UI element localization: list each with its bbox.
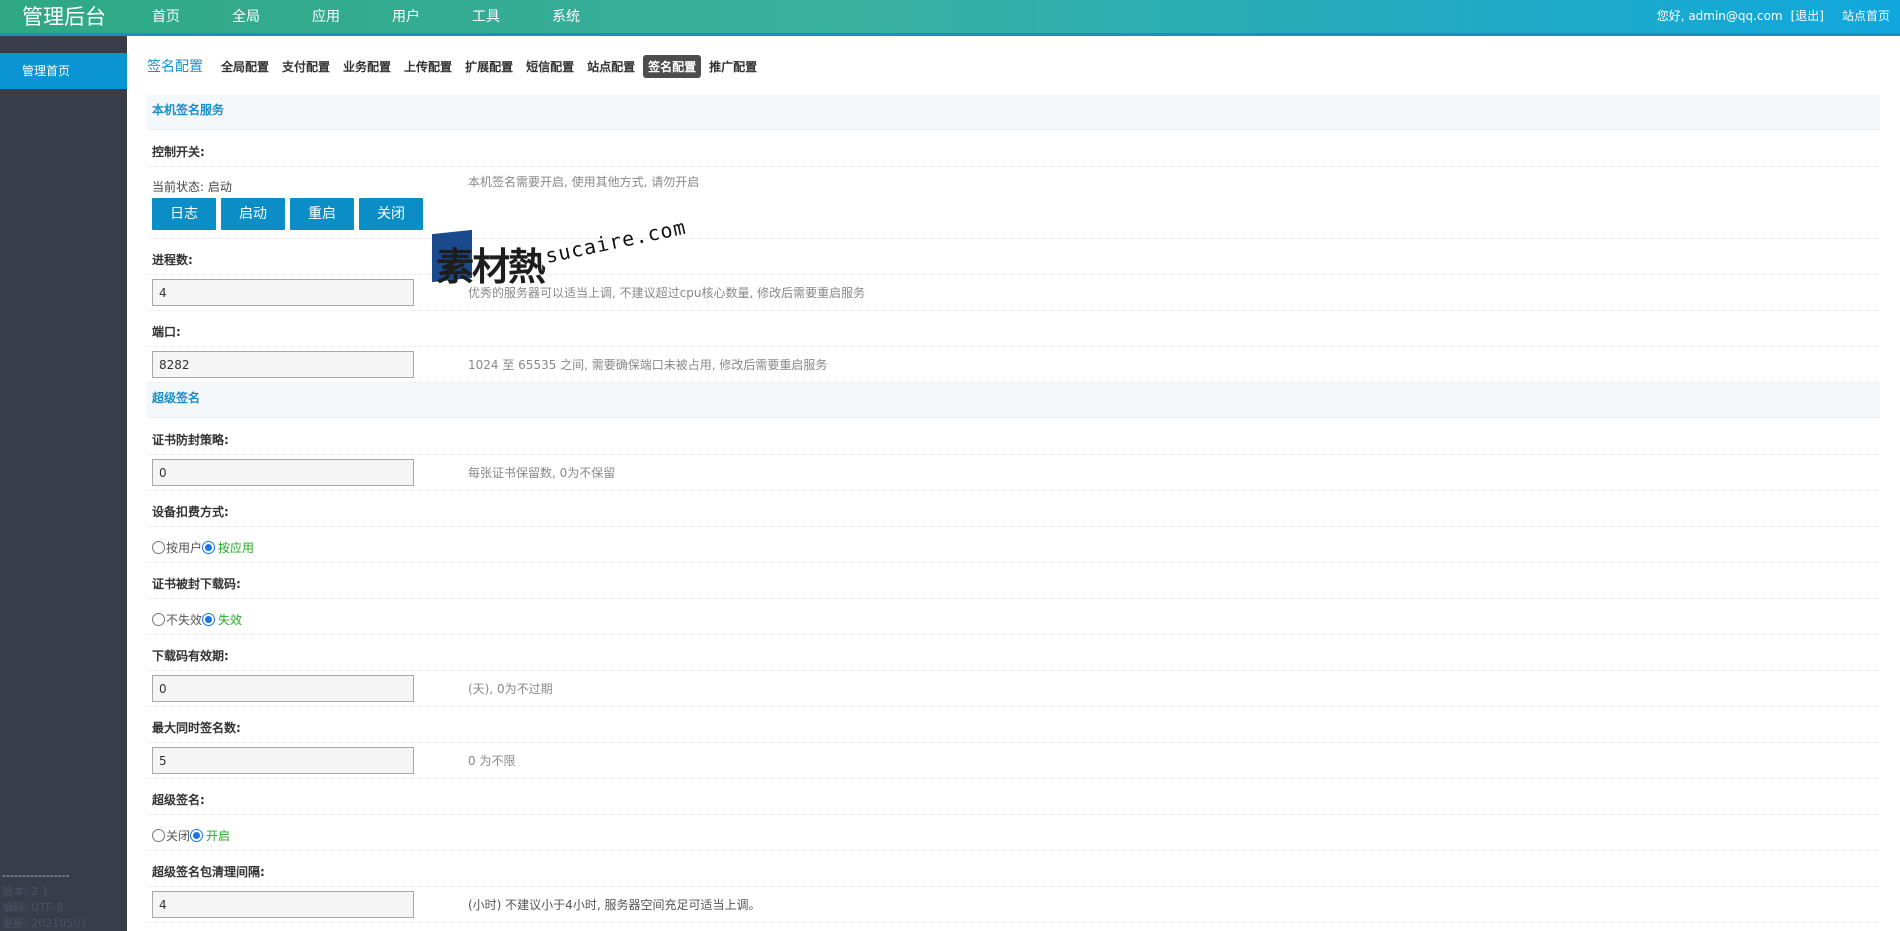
- site-home-link[interactable]: 站点首页: [1842, 0, 1890, 32]
- sidebar-footer: ----------------- 版本: 2.1 编码: UTF-8 更新: …: [2, 868, 87, 931]
- restart-button[interactable]: 重启: [290, 198, 354, 230]
- top-nav: 首页 全局 应用 用户 工具 系统: [152, 0, 632, 36]
- port-hint: 1024 至 65535 之间, 需要确保端口未被占用, 修改后需要重启服务: [468, 358, 828, 372]
- tab-promo-config[interactable]: 推广配置: [704, 55, 762, 78]
- row-port-input: 1024 至 65535 之间, 需要确保端口未被占用, 修改后需要重启服务: [147, 347, 1880, 383]
- row-super-sign-options: 关闭 开启: [147, 815, 1880, 851]
- row-max-concurrent-input: 0 为不限: [147, 743, 1880, 779]
- row-port-label: 端口:: [147, 311, 1880, 347]
- nav-global[interactable]: 全局: [232, 0, 312, 36]
- process-label: 进程数:: [152, 253, 193, 267]
- footer-updated: 更新: 20210501: [2, 917, 88, 930]
- cleanup-label: 超级签名包清理间隔:: [152, 865, 265, 879]
- max-concurrent-input[interactable]: [152, 747, 414, 774]
- row-process-input: 优秀的服务器可以适当上调, 不建议超过cpu核心数量, 修改后需要重启服务: [147, 275, 1880, 311]
- nav-system[interactable]: 系统: [552, 0, 632, 36]
- super-sign-label: 超级签名:: [152, 793, 205, 807]
- row-code-valid-input: (天), 0为不过期: [147, 671, 1880, 707]
- config-tabs: 签名配置 全局配置 支付配置 业务配置 上传配置 扩展配置 短信配置 站点配置 …: [147, 54, 765, 78]
- row-cert-banned-label: 证书被封下载码:: [147, 563, 1880, 599]
- tab-site-config[interactable]: 站点配置: [582, 55, 640, 78]
- row-cleanup-label: 超级签名包清理间隔:: [147, 851, 1880, 887]
- port-label: 端口:: [152, 325, 181, 339]
- super-sign-on-label[interactable]: 开启: [206, 827, 230, 844]
- row-switch-label: 控制开关:: [147, 131, 1880, 167]
- row-super-sign-label: 超级签名:: [147, 779, 1880, 815]
- section-local-service: 本机签名服务: [147, 95, 1880, 130]
- watermark-logo: 素材熱 sucaire.com: [432, 215, 692, 289]
- row-cert-policy-label: 证书防封策略:: [147, 419, 1880, 455]
- nav-home[interactable]: 首页: [152, 0, 232, 36]
- service-status-hint: 本机签名需要开启, 使用其他方式, 请勿开启: [468, 175, 700, 189]
- cert-policy-hint: 每张证书保留数, 0为不保留: [468, 466, 616, 480]
- topbar-divider: [0, 33, 1900, 36]
- top-bar: 管理后台 首页 全局 应用 用户 工具 系统 您好, admin@qq.com …: [0, 0, 1900, 36]
- tab-sign-config[interactable]: 签名配置: [643, 54, 702, 78]
- nav-users[interactable]: 用户: [392, 0, 472, 36]
- code-valid-hint: (天), 0为不过期: [468, 682, 553, 696]
- service-status: 当前状态: 启动: [152, 180, 232, 194]
- tab-global-config[interactable]: 全局配置: [216, 55, 274, 78]
- cert-banned-radio-group: 不失效 失效: [152, 611, 242, 628]
- billing-by-user-radio[interactable]: [152, 541, 165, 554]
- cert-banned-keep-label[interactable]: 不失效: [166, 611, 202, 628]
- max-concurrent-label: 最大同时签名数:: [152, 721, 241, 735]
- app-title: 管理后台: [22, 5, 106, 29]
- watermark-brand: 素材熱: [436, 244, 546, 289]
- user-greeting: 您好, admin@qq.com: [1656, 9, 1783, 23]
- tab-sms-config[interactable]: 短信配置: [521, 55, 579, 78]
- start-button[interactable]: 启动: [221, 198, 285, 230]
- row-cert-policy-input: 每张证书保留数, 0为不保留: [147, 455, 1880, 491]
- tab-upload-config[interactable]: 上传配置: [399, 55, 457, 78]
- process-input[interactable]: [152, 279, 414, 306]
- cert-policy-input[interactable]: [152, 459, 414, 486]
- cert-banned-invalid-label[interactable]: 失效: [218, 611, 242, 628]
- footer-version: 版本: 2.1: [2, 885, 49, 898]
- billing-by-app-radio[interactable]: [202, 541, 216, 554]
- cert-policy-label: 证书防封策略:: [152, 433, 229, 447]
- billing-label: 设备扣费方式:: [152, 505, 229, 519]
- max-concurrent-hint: 0 为不限: [468, 754, 516, 768]
- tab-payment-config[interactable]: 支付配置: [277, 55, 335, 78]
- code-valid-input[interactable]: [152, 675, 414, 702]
- row-cleanup-input: (小时) 不建议小于4小时, 服务器空间充足可适当上调。: [147, 887, 1880, 923]
- footer-encoding: 编码: UTF-8: [2, 901, 64, 914]
- user-area: 您好, admin@qq.com [退出] 站点首页: [1657, 0, 1890, 32]
- row-switch-controls: 当前状态: 启动 本机签名需要开启, 使用其他方式, 请勿开启 日志 启动 重启…: [147, 167, 1880, 239]
- row-process-label: 进程数:: [147, 239, 1880, 275]
- footer-divider: -----------------: [2, 869, 70, 882]
- nav-tools[interactable]: 工具: [472, 0, 552, 36]
- code-valid-label: 下载码有效期:: [152, 649, 229, 663]
- super-sign-off-label[interactable]: 关闭: [166, 827, 190, 844]
- stop-button[interactable]: 关闭: [359, 198, 423, 230]
- cleanup-hint: (小时) 不建议小于4小时, 服务器空间充足可适当上调。: [468, 898, 761, 912]
- port-input[interactable]: [152, 351, 414, 378]
- tab-extension-config[interactable]: 扩展配置: [460, 55, 518, 78]
- row-max-concurrent-label: 最大同时签名数:: [147, 707, 1880, 743]
- section-super-sign: 超级签名: [147, 383, 1880, 418]
- cert-banned-label: 证书被封下载码:: [152, 577, 241, 591]
- billing-by-user-label[interactable]: 按用户: [166, 539, 202, 556]
- row-billing-label: 设备扣费方式:: [147, 491, 1880, 527]
- switch-label: 控制开关:: [152, 145, 205, 159]
- cert-banned-keep-radio[interactable]: [152, 613, 165, 626]
- super-sign-radio-group: 关闭 开启: [152, 827, 230, 844]
- tab-business-config[interactable]: 业务配置: [338, 55, 396, 78]
- cert-banned-invalid-radio[interactable]: [202, 613, 216, 626]
- sidebar-item-admin-home[interactable]: 管理首页: [0, 53, 127, 89]
- super-sign-off-radio[interactable]: [152, 829, 165, 842]
- logout-link[interactable]: [退出]: [1791, 0, 1824, 32]
- nav-apps[interactable]: 应用: [312, 0, 392, 36]
- tabs-lead: 签名配置: [147, 59, 203, 75]
- row-code-valid-label: 下载码有效期:: [147, 635, 1880, 671]
- super-sign-on-radio[interactable]: [190, 829, 204, 842]
- row-cert-banned-options: 不失效 失效: [147, 599, 1880, 635]
- billing-by-app-label[interactable]: 按应用: [218, 539, 254, 556]
- row-billing-options: 按用户 按应用: [147, 527, 1880, 563]
- sidebar: 管理首页 ----------------- 版本: 2.1 编码: UTF-8…: [0, 36, 127, 931]
- log-button[interactable]: 日志: [152, 198, 216, 230]
- billing-radio-group: 按用户 按应用: [152, 539, 254, 556]
- cleanup-input[interactable]: [152, 891, 414, 918]
